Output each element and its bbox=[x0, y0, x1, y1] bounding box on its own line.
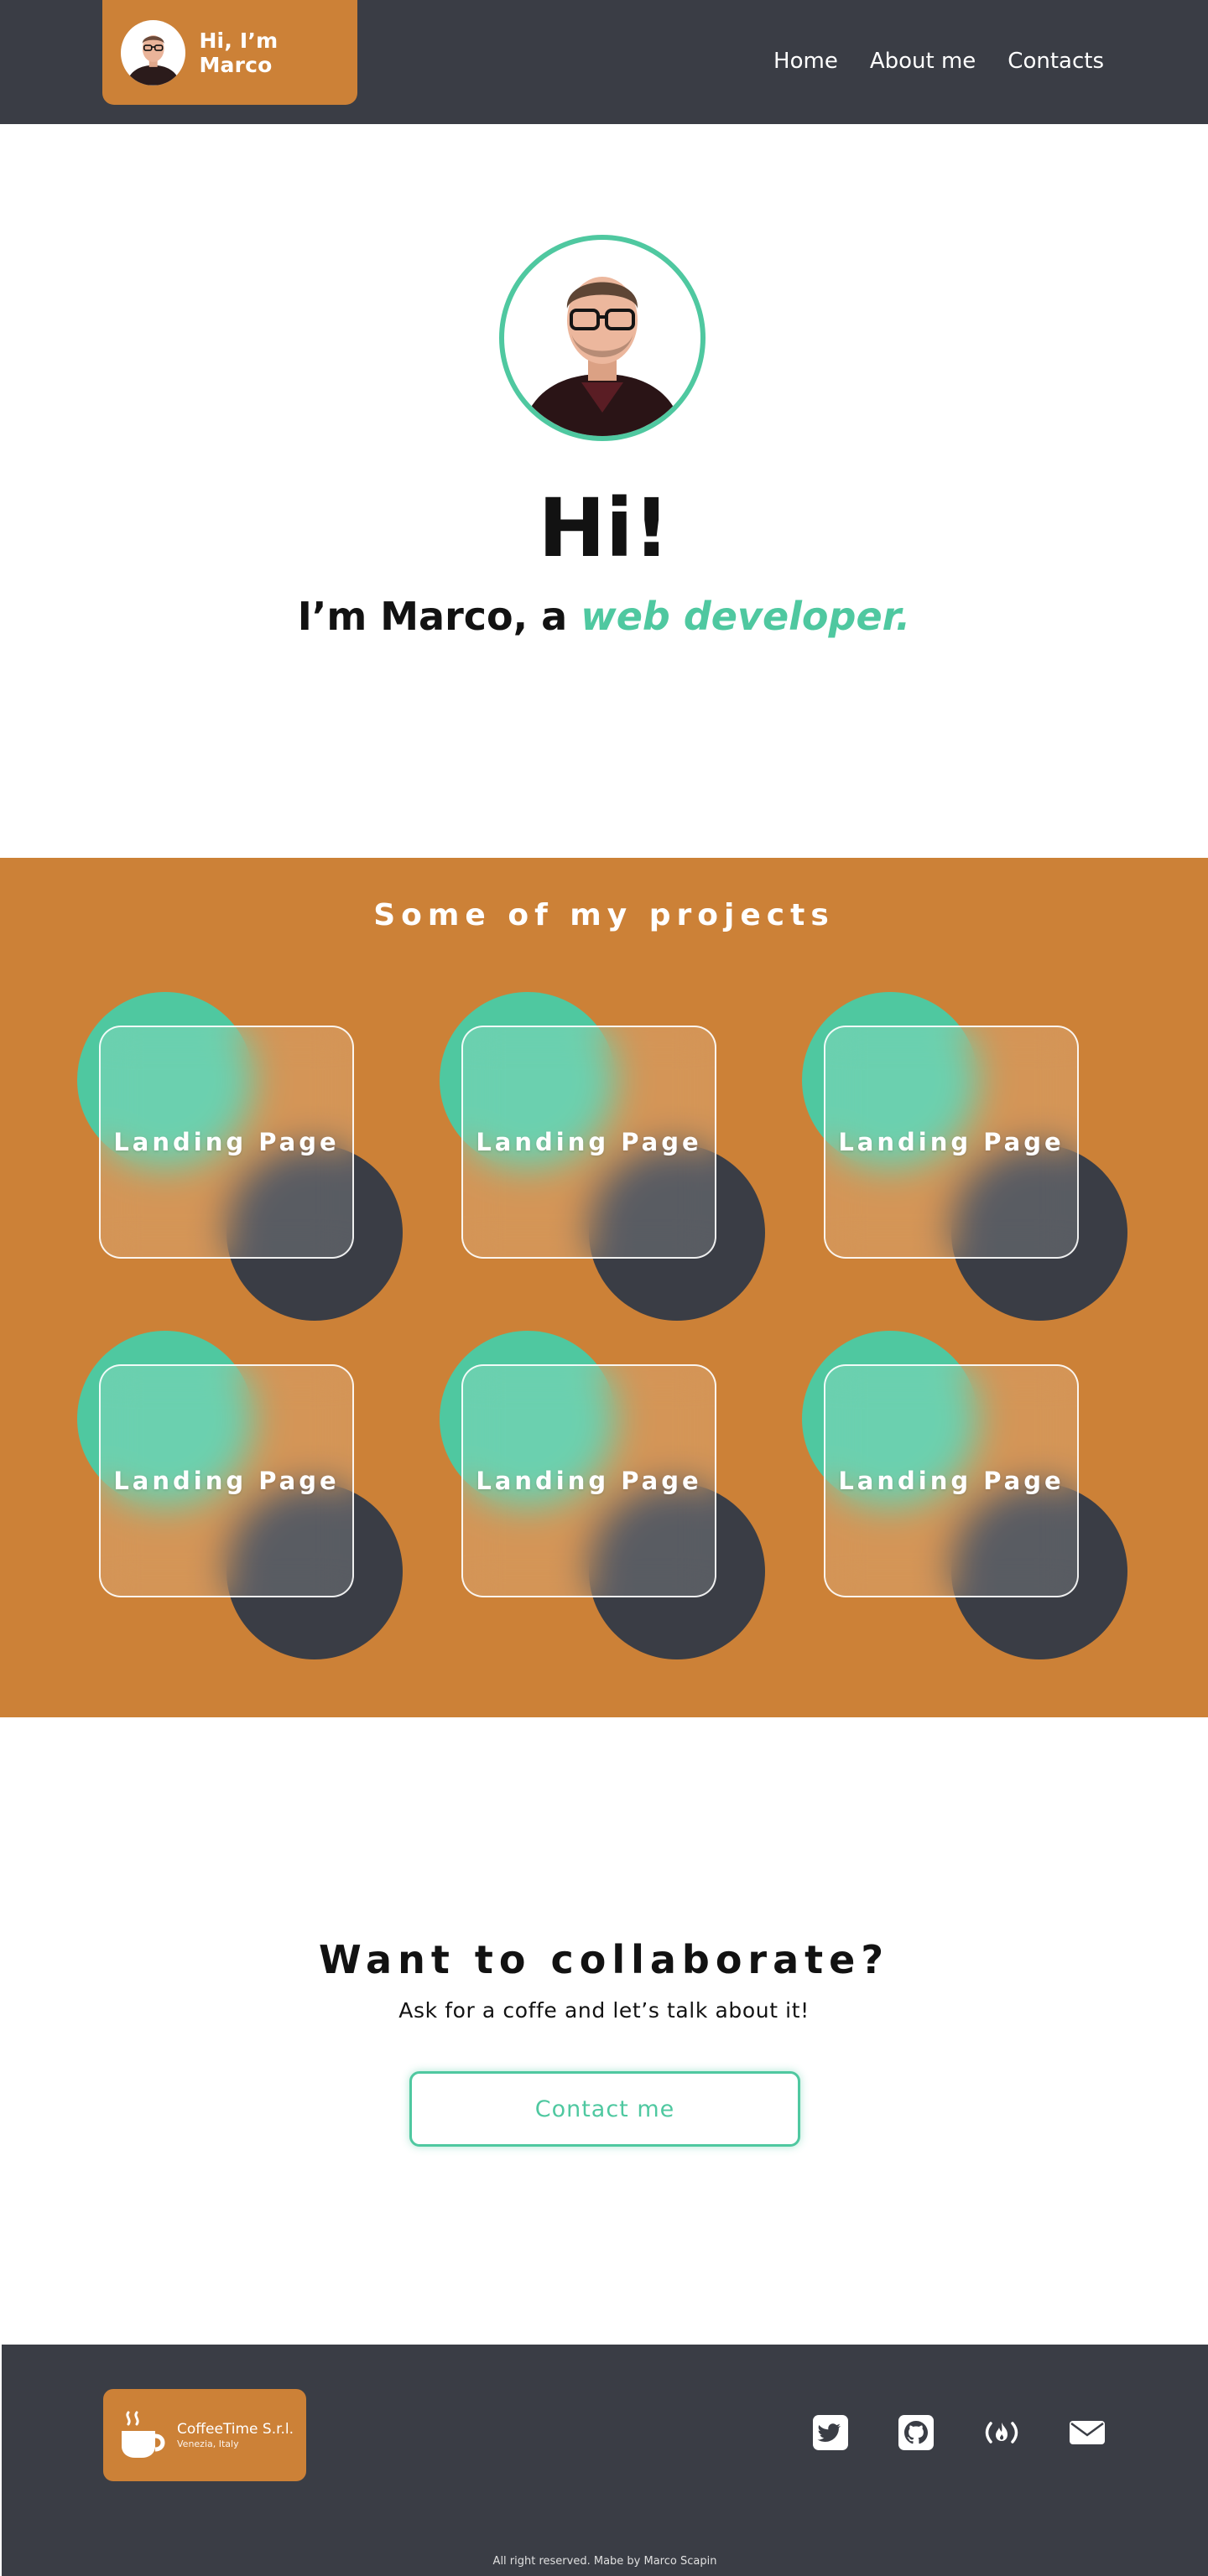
project-card-wrapper: Landing Page bbox=[77, 1331, 413, 1666]
footer-company-location: Venezia, Italy bbox=[177, 2438, 239, 2449]
project-card-wrapper: Landing Page bbox=[440, 992, 775, 1327]
project-card-label: Landing Page bbox=[113, 1128, 340, 1156]
project-card[interactable]: Landing Page bbox=[824, 1364, 1079, 1597]
projects-section: Some of my projects Landing Page Landing… bbox=[0, 858, 1208, 1717]
brand-name: Hi, I’m Marco bbox=[199, 28, 279, 77]
project-card-wrapper: Landing Page bbox=[802, 1331, 1138, 1666]
social-links bbox=[812, 2414, 1106, 2451]
github-icon[interactable] bbox=[898, 2414, 935, 2451]
footer-brand-badge[interactable]: CoffeeTime S.r.l. Venezia, Italy bbox=[103, 2389, 306, 2481]
project-card-label: Landing Page bbox=[838, 1128, 1065, 1156]
footer-brand-text: CoffeeTime S.r.l. Venezia, Italy bbox=[177, 2420, 294, 2450]
project-card[interactable]: Landing Page bbox=[99, 1364, 354, 1597]
footer-company-name: CoffeeTime S.r.l. bbox=[177, 2421, 294, 2438]
project-card[interactable]: Landing Page bbox=[461, 1364, 716, 1597]
contact-me-button[interactable]: Contact me bbox=[409, 2071, 800, 2147]
twitter-icon[interactable] bbox=[812, 2414, 849, 2451]
project-card[interactable]: Landing Page bbox=[99, 1026, 354, 1259]
hero-greeting: Hi! bbox=[538, 481, 670, 575]
project-card-label: Landing Page bbox=[113, 1467, 340, 1495]
hero-subtitle-accent: web developer. bbox=[581, 594, 911, 639]
nav-contacts[interactable]: Contacts bbox=[1008, 49, 1104, 74]
project-card-wrapper: Landing Page bbox=[802, 992, 1138, 1327]
nav-about-me[interactable]: About me bbox=[870, 49, 976, 74]
main-nav: Home About me Contacts bbox=[773, 49, 1104, 74]
copyright-text: All right reserved. Mabe by Marco Scapin bbox=[492, 2555, 717, 2568]
site-footer: CoffeeTime S.r.l. Venezia, Italy All rig… bbox=[2, 2345, 1208, 2576]
freecodecamp-icon[interactable] bbox=[983, 2414, 1020, 2451]
envelope-icon[interactable] bbox=[1069, 2414, 1106, 2451]
collaborate-title: Want to collaborate? bbox=[318, 1937, 890, 1982]
avatar bbox=[121, 19, 186, 86]
site-header: Hi, I’m Marco Home About me Contacts bbox=[0, 0, 1208, 124]
collaborate-subtitle: Ask for a coffe and let’s talk about it! bbox=[398, 1998, 810, 2023]
project-card[interactable]: Landing Page bbox=[461, 1026, 716, 1259]
project-card-wrapper: Landing Page bbox=[77, 992, 413, 1327]
brand-badge[interactable]: Hi, I’m Marco bbox=[102, 0, 357, 105]
hero-subtitle-prefix: I’m Marco, a bbox=[297, 594, 581, 639]
nav-home[interactable]: Home bbox=[773, 49, 838, 74]
project-card-label: Landing Page bbox=[838, 1467, 1065, 1495]
project-card[interactable]: Landing Page bbox=[824, 1026, 1079, 1259]
coffee-cup-icon bbox=[122, 2411, 165, 2458]
project-card-label: Landing Page bbox=[476, 1128, 702, 1156]
project-card-label: Landing Page bbox=[476, 1467, 702, 1495]
hero-subtitle: I’m Marco, a web developer. bbox=[0, 591, 1208, 641]
profile-photo bbox=[499, 235, 706, 441]
project-card-wrapper: Landing Page bbox=[440, 1331, 775, 1666]
projects-title: Some of my projects bbox=[373, 898, 835, 932]
